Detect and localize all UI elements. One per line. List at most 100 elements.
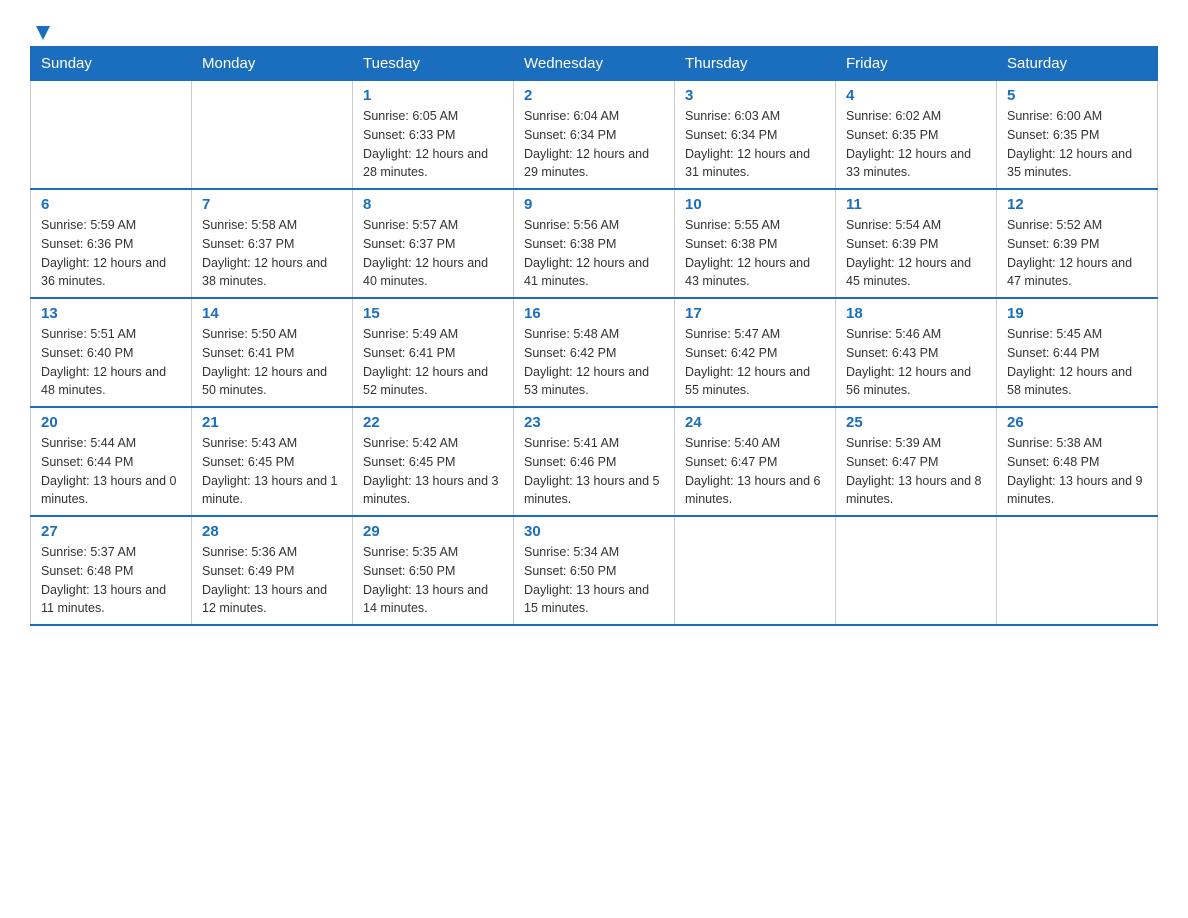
calendar-cell xyxy=(836,516,997,625)
day-number: 4 xyxy=(846,87,986,104)
calendar-cell: 21Sunrise: 5:43 AMSunset: 6:45 PMDayligh… xyxy=(192,407,353,516)
day-number: 12 xyxy=(1007,196,1147,213)
calendar-cell: 14 Sunrise: 5:50 AMSunset: 6:41 PMDayligh… xyxy=(192,298,353,407)
calendar-cell: 18 Sunrise: 5:46 AMSunset: 6:43 PMDayligh… xyxy=(836,298,997,407)
calendar-cell: 6 Sunrise: 5:59 AMSunset: 6:36 PMDaylight… xyxy=(31,189,192,298)
day-number: 18 xyxy=(846,305,986,322)
week-row-2: 6 Sunrise: 5:59 AMSunset: 6:36 PMDaylight… xyxy=(31,189,1158,298)
header-thursday: Thursday xyxy=(675,47,836,81)
week-row-4: 20 Sunrise: 5:44 AMSunset: 6:44 PMDayligh… xyxy=(31,407,1158,516)
day-number: 6 xyxy=(41,196,181,213)
day-detail: Sunrise: 5:40 AMSunset: 6:47 PMDaylight:… xyxy=(685,434,825,509)
day-detail: Sunrise: 5:46 AMSunset: 6:43 PMDaylight:… xyxy=(846,325,986,400)
calendar-table: SundayMondayTuesdayWednesdayThursdayFrid… xyxy=(30,46,1158,626)
day-detail: Sunrise: 5:39 AMSunset: 6:47 PMDaylight:… xyxy=(846,434,986,509)
calendar-cell: 30 Sunrise: 5:34 AMSunset: 6:50 PMDayligh… xyxy=(514,516,675,625)
day-detail: Sunrise: 5:57 AMSunset: 6:37 PMDaylight:… xyxy=(363,216,503,291)
calendar-cell: 28 Sunrise: 5:36 AMSunset: 6:49 PMDayligh… xyxy=(192,516,353,625)
day-detail: Sunrise: 5:48 AMSunset: 6:42 PMDaylight:… xyxy=(524,325,664,400)
day-number: 30 xyxy=(524,523,664,540)
day-number: 1 xyxy=(363,87,503,104)
calendar-header-row: SundayMondayTuesdayWednesdayThursdayFrid… xyxy=(31,47,1158,81)
day-detail: Sunrise: 5:50 AMSunset: 6:41 PMDaylight:… xyxy=(202,325,342,400)
calendar-cell: 16 Sunrise: 5:48 AMSunset: 6:42 PMDayligh… xyxy=(514,298,675,407)
day-detail: Sunrise: 6:02 AMSunset: 6:35 PMDaylight:… xyxy=(846,107,986,182)
calendar-cell: 11 Sunrise: 5:54 AMSunset: 6:39 PMDayligh… xyxy=(836,189,997,298)
day-detail: Sunrise: 5:56 AMSunset: 6:38 PMDaylight:… xyxy=(524,216,664,291)
day-number: 24 xyxy=(685,414,825,431)
day-number: 23 xyxy=(524,414,664,431)
header-wednesday: Wednesday xyxy=(514,47,675,81)
calendar-cell: 3Sunrise: 6:03 AMSunset: 6:34 PMDaylight… xyxy=(675,81,836,190)
logo xyxy=(30,20,54,36)
header-friday: Friday xyxy=(836,47,997,81)
day-detail: Sunrise: 5:55 AMSunset: 6:38 PMDaylight:… xyxy=(685,216,825,291)
day-detail: Sunrise: 5:54 AMSunset: 6:39 PMDaylight:… xyxy=(846,216,986,291)
day-detail: Sunrise: 5:43 AMSunset: 6:45 PMDaylight:… xyxy=(202,434,342,509)
calendar-cell: 22 Sunrise: 5:42 AMSunset: 6:45 PMDayligh… xyxy=(353,407,514,516)
calendar-cell xyxy=(675,516,836,625)
calendar-cell: 17Sunrise: 5:47 AMSunset: 6:42 PMDayligh… xyxy=(675,298,836,407)
day-number: 16 xyxy=(524,305,664,322)
day-detail: Sunrise: 5:49 AMSunset: 6:41 PMDaylight:… xyxy=(363,325,503,400)
day-detail: Sunrise: 5:44 AMSunset: 6:44 PMDaylight:… xyxy=(41,434,181,509)
day-detail: Sunrise: 5:51 AMSunset: 6:40 PMDaylight:… xyxy=(41,325,181,400)
day-detail: Sunrise: 5:42 AMSunset: 6:45 PMDaylight:… xyxy=(363,434,503,509)
day-number: 22 xyxy=(363,414,503,431)
week-row-1: 1 Sunrise: 6:05 AMSunset: 6:33 PMDaylight… xyxy=(31,81,1158,190)
page-header xyxy=(30,20,1158,36)
day-detail: Sunrise: 5:47 AMSunset: 6:42 PMDaylight:… xyxy=(685,325,825,400)
header-saturday: Saturday xyxy=(997,47,1158,81)
calendar-cell: 27 Sunrise: 5:37 AMSunset: 6:48 PMDayligh… xyxy=(31,516,192,625)
day-detail: Sunrise: 5:36 AMSunset: 6:49 PMDaylight:… xyxy=(202,543,342,618)
day-number: 19 xyxy=(1007,305,1147,322)
calendar-cell xyxy=(192,81,353,190)
calendar-cell: 4 Sunrise: 6:02 AMSunset: 6:35 PMDaylight… xyxy=(836,81,997,190)
calendar-cell: 9 Sunrise: 5:56 AMSunset: 6:38 PMDaylight… xyxy=(514,189,675,298)
day-number: 14 xyxy=(202,305,342,322)
day-number: 7 xyxy=(202,196,342,213)
calendar-cell: 10 Sunrise: 5:55 AMSunset: 6:38 PMDayligh… xyxy=(675,189,836,298)
day-number: 9 xyxy=(524,196,664,213)
day-number: 10 xyxy=(685,196,825,213)
calendar-cell: 13 Sunrise: 5:51 AMSunset: 6:40 PMDayligh… xyxy=(31,298,192,407)
day-detail: Sunrise: 5:34 AMSunset: 6:50 PMDaylight:… xyxy=(524,543,664,618)
day-detail: Sunrise: 5:52 AMSunset: 6:39 PMDaylight:… xyxy=(1007,216,1147,291)
calendar-cell: 23Sunrise: 5:41 AMSunset: 6:46 PMDayligh… xyxy=(514,407,675,516)
day-number: 27 xyxy=(41,523,181,540)
calendar-cell: 20 Sunrise: 5:44 AMSunset: 6:44 PMDayligh… xyxy=(31,407,192,516)
day-number: 5 xyxy=(1007,87,1147,104)
day-number: 26 xyxy=(1007,414,1147,431)
day-detail: Sunrise: 6:00 AMSunset: 6:35 PMDaylight:… xyxy=(1007,107,1147,182)
calendar-cell xyxy=(997,516,1158,625)
week-row-5: 27 Sunrise: 5:37 AMSunset: 6:48 PMDayligh… xyxy=(31,516,1158,625)
calendar-cell xyxy=(31,81,192,190)
day-detail: Sunrise: 5:35 AMSunset: 6:50 PMDaylight:… xyxy=(363,543,503,618)
day-number: 15 xyxy=(363,305,503,322)
week-row-3: 13 Sunrise: 5:51 AMSunset: 6:40 PMDayligh… xyxy=(31,298,1158,407)
calendar-cell: 1 Sunrise: 6:05 AMSunset: 6:33 PMDaylight… xyxy=(353,81,514,190)
day-number: 8 xyxy=(363,196,503,213)
logo-triangle-icon xyxy=(32,22,54,44)
day-detail: Sunrise: 5:59 AMSunset: 6:36 PMDaylight:… xyxy=(41,216,181,291)
day-number: 11 xyxy=(846,196,986,213)
day-detail: Sunrise: 6:05 AMSunset: 6:33 PMDaylight:… xyxy=(363,107,503,182)
calendar-cell: 15 Sunrise: 5:49 AMSunset: 6:41 PMDayligh… xyxy=(353,298,514,407)
header-monday: Monday xyxy=(192,47,353,81)
day-detail: Sunrise: 5:38 AMSunset: 6:48 PMDaylight:… xyxy=(1007,434,1147,509)
day-detail: Sunrise: 6:04 AMSunset: 6:34 PMDaylight:… xyxy=(524,107,664,182)
calendar-cell: 29 Sunrise: 5:35 AMSunset: 6:50 PMDayligh… xyxy=(353,516,514,625)
header-tuesday: Tuesday xyxy=(353,47,514,81)
day-number: 29 xyxy=(363,523,503,540)
day-number: 13 xyxy=(41,305,181,322)
calendar-cell: 26 Sunrise: 5:38 AMSunset: 6:48 PMDayligh… xyxy=(997,407,1158,516)
day-detail: Sunrise: 5:45 AMSunset: 6:44 PMDaylight:… xyxy=(1007,325,1147,400)
day-number: 28 xyxy=(202,523,342,540)
calendar-cell: 19 Sunrise: 5:45 AMSunset: 6:44 PMDayligh… xyxy=(997,298,1158,407)
day-detail: Sunrise: 5:37 AMSunset: 6:48 PMDaylight:… xyxy=(41,543,181,618)
day-number: 20 xyxy=(41,414,181,431)
calendar-cell: 7Sunrise: 5:58 AMSunset: 6:37 PMDaylight… xyxy=(192,189,353,298)
calendar-cell: 25Sunrise: 5:39 AMSunset: 6:47 PMDayligh… xyxy=(836,407,997,516)
day-detail: Sunrise: 6:03 AMSunset: 6:34 PMDaylight:… xyxy=(685,107,825,182)
calendar-cell: 2Sunrise: 6:04 AMSunset: 6:34 PMDaylight… xyxy=(514,81,675,190)
